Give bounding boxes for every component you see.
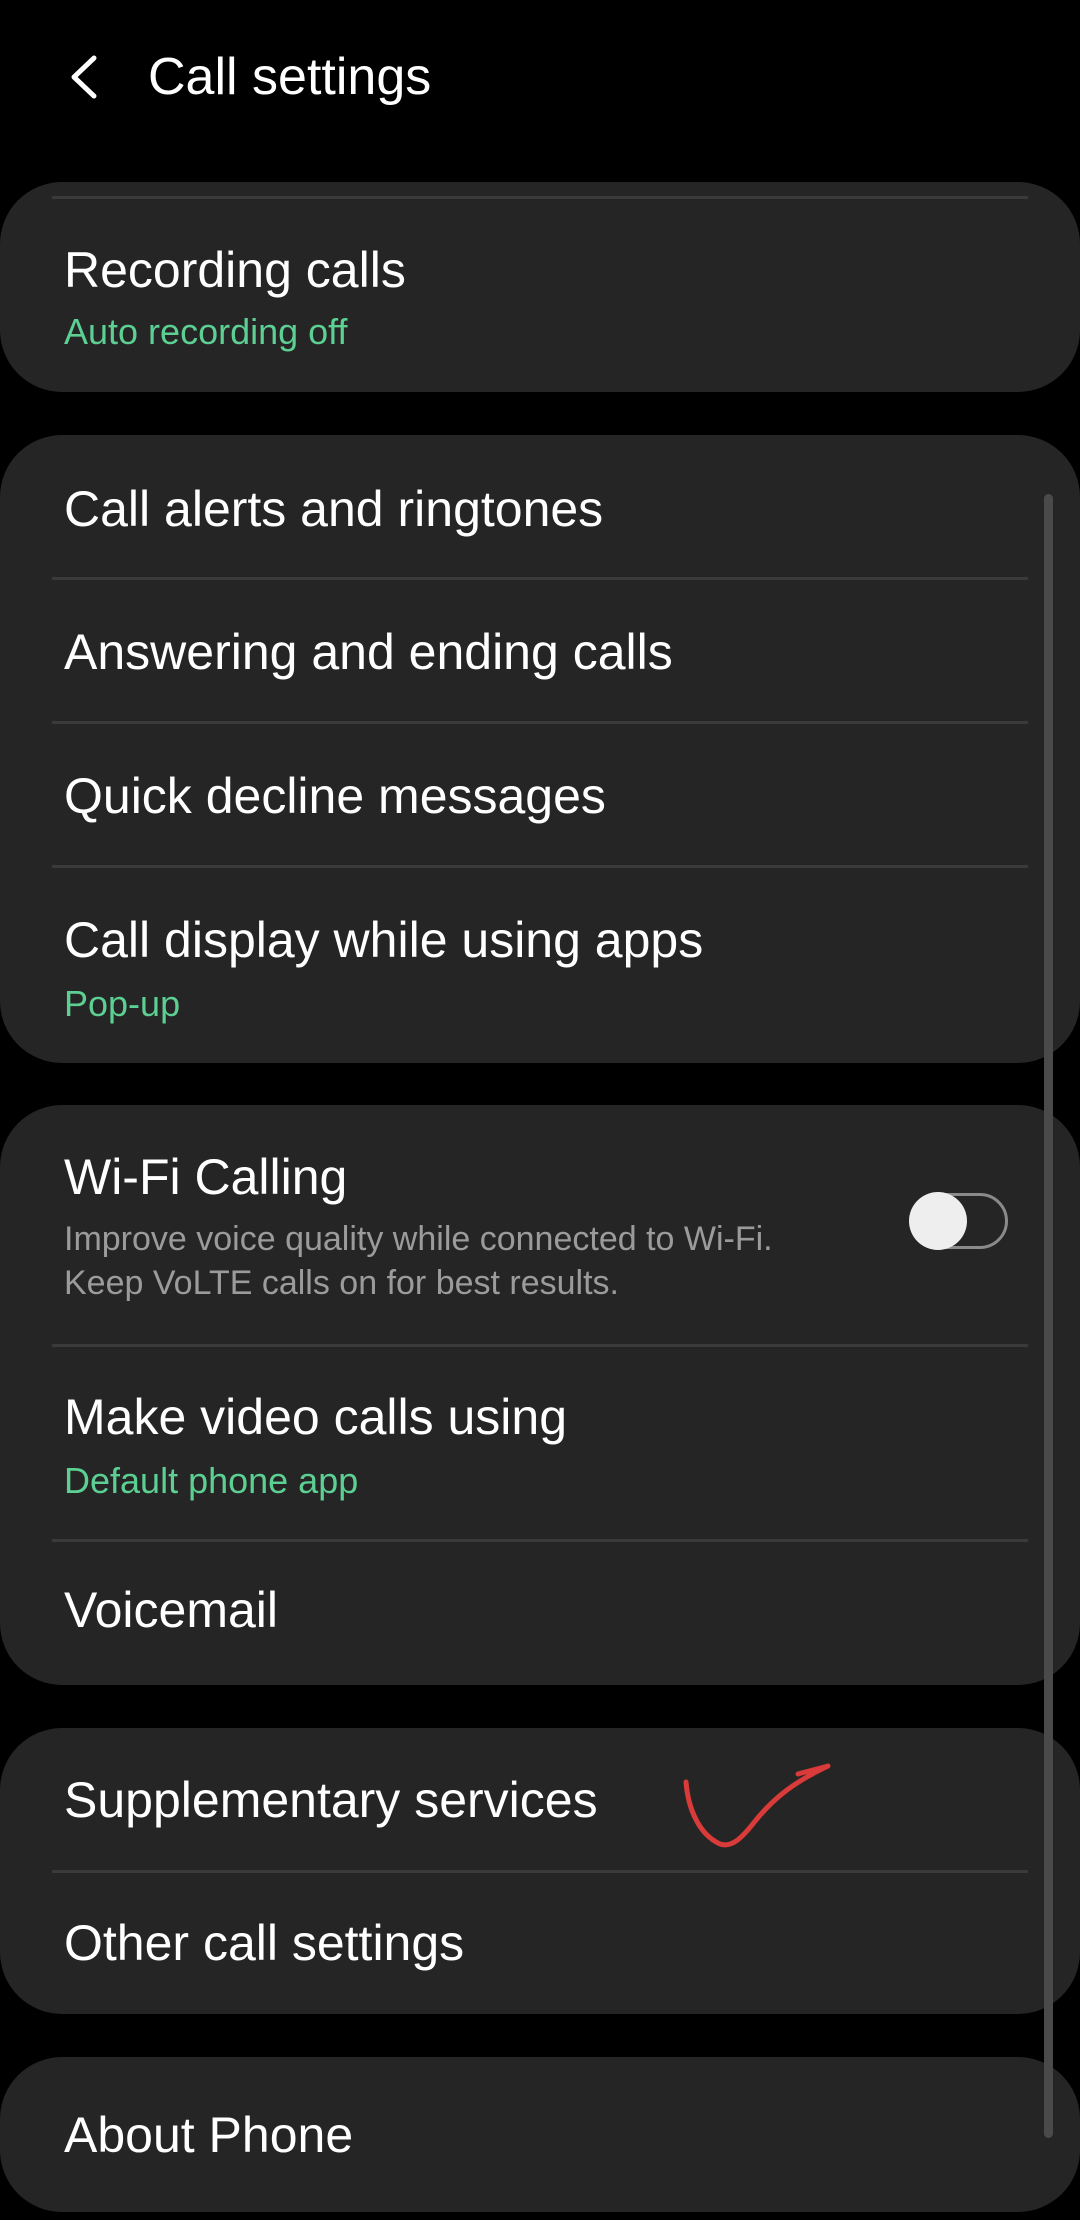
video-calls-value: Default phone app [64, 1460, 359, 1501]
header: Call settings [0, 0, 1080, 160]
answering-ending-title: Answering and ending calls [64, 624, 673, 680]
wifi-calling-description-line1: Improve voice quality while connected to… [64, 1220, 773, 1258]
quick-decline-item[interactable]: Quick decline messages [0, 724, 1080, 868]
back-button[interactable] [52, 42, 112, 112]
video-calls-title: Make video calls using [64, 1389, 568, 1445]
settings-group-wifi: Wi-Fi Calling Improve voice quality whil… [0, 1105, 1080, 1685]
wifi-calling-description-line2: Keep VoLTE calls on for best results. [64, 1264, 619, 1302]
call-display-title: Call display while using apps [64, 912, 704, 968]
other-call-settings-title: Other call settings [64, 1915, 465, 1971]
scrollbar[interactable] [1044, 494, 1053, 2138]
wifi-calling-title: Wi-Fi Calling [64, 1149, 348, 1205]
recording-calls-status: Auto recording off [64, 311, 348, 352]
red-checkmark-icon [683, 1763, 831, 1848]
call-display-value: Pop-up [64, 983, 181, 1024]
voicemail-item[interactable]: Voicemail [0, 1542, 1080, 1685]
recording-calls-title: Recording calls [64, 242, 406, 298]
answering-ending-item[interactable]: Answering and ending calls [0, 580, 1080, 724]
settings-group-services: Supplementary services Other call settin… [0, 1728, 1080, 2014]
other-call-settings-item[interactable]: Other call settings [0, 1873, 1080, 2014]
call-display-item[interactable]: Call display while using apps Pop-up [0, 868, 1080, 1063]
about-phone-title: About Phone [64, 2107, 354, 2163]
supplementary-services-title: Supplementary services [64, 1772, 598, 1828]
settings-group-about: About Phone [0, 2057, 1080, 2212]
settings-group-alerts: Call alerts and ringtones Answering and … [0, 435, 1080, 1063]
recording-calls-item[interactable]: Recording calls Auto recording off [0, 182, 1080, 392]
quick-decline-title: Quick decline messages [64, 768, 606, 824]
voicemail-title: Voicemail [64, 1582, 278, 1638]
supplementary-services-item[interactable]: Supplementary services [0, 1728, 1080, 1873]
chevron-left-icon [71, 55, 97, 99]
about-phone-item[interactable]: About Phone [0, 2057, 1080, 2212]
wifi-calling-item[interactable]: Wi-Fi Calling Improve voice quality whil… [0, 1105, 1080, 1347]
page-title: Call settings [148, 48, 432, 106]
wifi-calling-toggle[interactable] [909, 1192, 1008, 1250]
call-alerts-item[interactable]: Call alerts and ringtones [0, 435, 1080, 580]
toggle-knob [909, 1192, 967, 1250]
call-alerts-title: Call alerts and ringtones [64, 481, 604, 537]
settings-group-recording: Recording calls Auto recording off [0, 182, 1080, 392]
video-calls-item[interactable]: Make video calls using Default phone app [0, 1347, 1080, 1542]
